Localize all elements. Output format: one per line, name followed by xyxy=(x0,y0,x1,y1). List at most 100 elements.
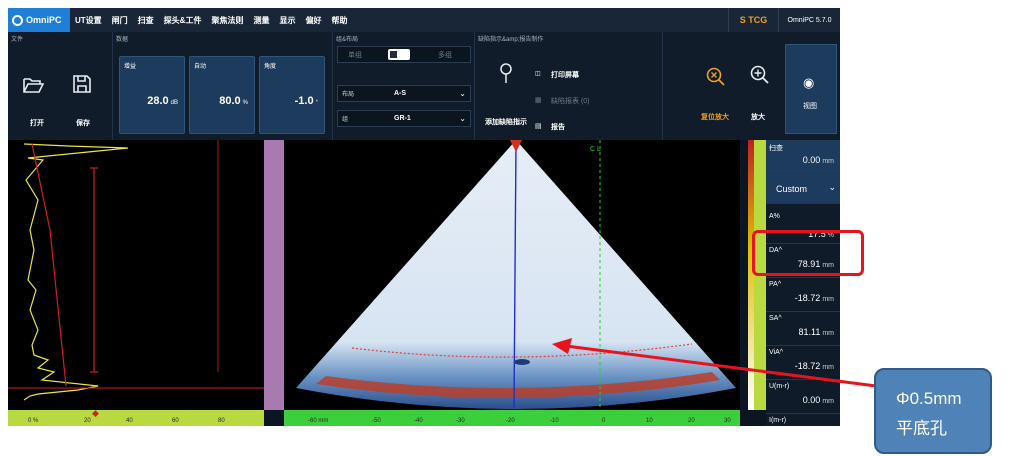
group-select-label: 组 xyxy=(342,117,349,123)
group-layout-group: 组&布局 单组 多组 布局 A-S ⌄ 组 GR-1 ⌄ xyxy=(333,32,475,140)
pa-unit: mm xyxy=(822,296,834,303)
sscan-axis-2: -40 xyxy=(414,418,423,424)
omnipc-logo[interactable]: OmniPC xyxy=(8,8,70,32)
sscan-axis-0: -60 mm xyxy=(308,418,329,424)
group-mode-toggle[interactable]: 单组 多组 xyxy=(337,46,471,63)
auto-value: 80.0 xyxy=(219,95,241,107)
sscan-axis-9: 30 xyxy=(724,418,731,424)
menu-help[interactable]: 帮助 xyxy=(326,15,352,26)
ascan-amplitude-ruler[interactable]: 0 % 20 40 60 80 ◆ xyxy=(8,408,264,426)
view-label: 视图 xyxy=(803,103,817,110)
preset-select[interactable]: Custom ⌄ xyxy=(766,174,840,204)
gain-value-wrap: 28.0 dB xyxy=(147,95,178,107)
group-select-value: GR-1 xyxy=(394,115,411,122)
report-group: 缺陷指示&amp;报告制作 添加缺陷指示 ◫ 打印屏幕 ▦ 缺陷报表 (0) ▤… xyxy=(475,32,663,140)
menu-bar: OmniPC UT设置 闸门 扫查 探头&工件 聚焦法则 测量 显示 偏好 帮助… xyxy=(8,8,840,32)
ascan-axis-0: 0 % xyxy=(28,418,39,424)
ascan-panel[interactable] xyxy=(8,140,264,410)
data-group: 数据 增益 28.0 dB 自动 80.0% 角度 -1.0 ° xyxy=(113,32,333,140)
sscan-axis-7: 10 xyxy=(646,418,653,424)
flat-bottom-hole-indication[interactable] xyxy=(514,359,530,365)
zoom-reset-icon xyxy=(706,67,725,86)
eye-icon: ◉ xyxy=(803,75,815,90)
angle-unit: ° xyxy=(315,100,318,106)
pa-value: -18.72 xyxy=(794,293,821,303)
annotation-callout: Φ0.5mm 平底孔 xyxy=(874,368,992,454)
toggle-knob xyxy=(390,51,397,58)
chevron-down-icon: ⌄ xyxy=(459,89,466,98)
save-icon xyxy=(73,75,91,93)
pa-value-wrap: -18.72 mm xyxy=(795,293,834,303)
omnipc-logo-icon xyxy=(12,14,23,26)
menu-gates[interactable]: 闸门 xyxy=(107,15,133,26)
sscan-axis-5: -10 xyxy=(550,418,559,424)
gain-box[interactable]: 增益 28.0 dB xyxy=(119,56,185,134)
zoom-in-icon xyxy=(750,65,769,84)
ribbon: 文件 打开 保存 数据 增益 28.0 dB 自动 80.0% 角度 -1.0 … xyxy=(8,32,840,140)
add-indication-label: 添加缺陷指示 xyxy=(485,119,527,126)
camera-icon: ◫ xyxy=(535,71,541,77)
angle-box[interactable]: 角度 -1.0 ° xyxy=(259,56,325,134)
pin-icon xyxy=(500,63,512,83)
open-label: 打开 xyxy=(30,120,44,127)
annotation-arrow xyxy=(552,338,877,388)
pa-label: PA^ xyxy=(769,281,782,288)
print-screen-button[interactable]: 打印屏幕 xyxy=(551,70,579,80)
file-group-title: 文件 xyxy=(11,37,24,43)
layout-select[interactable]: 布局 A-S ⌄ xyxy=(337,85,471,102)
menu-probe-part[interactable]: 探头&工件 xyxy=(159,15,207,26)
i-label: I(m-r) xyxy=(769,417,787,424)
menu-focal-law[interactable]: 聚焦法则 xyxy=(206,15,248,26)
callout-line1: Φ0.5mm xyxy=(896,389,962,408)
menu-measure[interactable]: 测量 xyxy=(248,15,274,26)
clipboard-icon: ▤ xyxy=(535,123,542,130)
scan-reading[interactable]: 扫查 0.00 mm xyxy=(766,140,840,174)
data-group-title: 数据 xyxy=(116,37,129,43)
logo-text: OmniPC xyxy=(26,15,62,25)
sscan-depth-ruler[interactable] xyxy=(264,140,284,410)
reset-zoom-button[interactable] xyxy=(705,66,725,91)
scan-reading-label: 扫查 xyxy=(769,145,783,152)
add-indication-button[interactable] xyxy=(499,62,513,89)
save-button[interactable] xyxy=(72,74,92,99)
sa-label: SA^ xyxy=(769,315,782,322)
i-reading[interactable]: I(m-r) xyxy=(766,414,840,426)
gain-label: 增益 xyxy=(124,64,137,70)
chevron-down-icon: ⌄ xyxy=(459,114,466,123)
auto-box[interactable]: 自动 80.0% xyxy=(189,56,255,134)
pa-reading[interactable]: PA^ -18.72 mm xyxy=(766,278,840,312)
report-button[interactable]: 报告 xyxy=(551,122,565,132)
zoom-group: 复位放大 放大 ◉ 视图 xyxy=(663,32,840,140)
auto-label: 自动 xyxy=(194,64,207,70)
auto-value-wrap: 80.0% xyxy=(219,95,248,107)
ascan-plot[interactable] xyxy=(8,140,264,410)
arrow-shaft xyxy=(565,344,877,388)
zoom-button[interactable] xyxy=(749,64,769,89)
version-label: OmniPC 5.7.0 xyxy=(778,8,840,32)
gain-unit: dB xyxy=(170,100,178,106)
tcg-indicator[interactable]: S TCG xyxy=(728,8,778,32)
sscan-axis-4: -20 xyxy=(506,418,515,424)
menu-ut-settings[interactable]: UT设置 xyxy=(70,15,107,26)
angle-value: -1.0 xyxy=(294,95,314,107)
auto-unit: % xyxy=(242,100,248,106)
open-button[interactable] xyxy=(22,76,45,99)
gate-marker-icon[interactable]: ◆ xyxy=(92,408,99,419)
angle-value-wrap: -1.0 ° xyxy=(295,95,318,107)
group-toggle-switch[interactable] xyxy=(388,49,410,60)
zoom-label: 放大 xyxy=(751,114,765,121)
menu-display[interactable]: 显示 xyxy=(274,15,300,26)
scan-reading-value: 0.00 xyxy=(802,155,821,165)
group-select[interactable]: 组 GR-1 ⌄ xyxy=(337,110,471,127)
table-icon: ▦ xyxy=(535,97,542,104)
menu-scan[interactable]: 扫查 xyxy=(133,15,159,26)
report-group-title: 缺陷指示&amp;报告制作 xyxy=(478,37,544,43)
ascan-axis-60: 60 xyxy=(172,418,179,424)
callout-line2: 平底孔 xyxy=(896,419,947,438)
ascan-axis-80: 80 xyxy=(218,418,225,424)
menu-preferences[interactable]: 偏好 xyxy=(300,15,326,26)
view-button[interactable]: ◉ 视图 xyxy=(785,44,837,134)
defect-table-button[interactable]: 缺陷报表 (0) xyxy=(551,96,590,106)
gain-value: 28.0 xyxy=(147,95,169,107)
sscan-index-ruler[interactable]: -60 mm -50 -40 -30 -20 -10 0 10 20 30 xyxy=(284,410,740,426)
